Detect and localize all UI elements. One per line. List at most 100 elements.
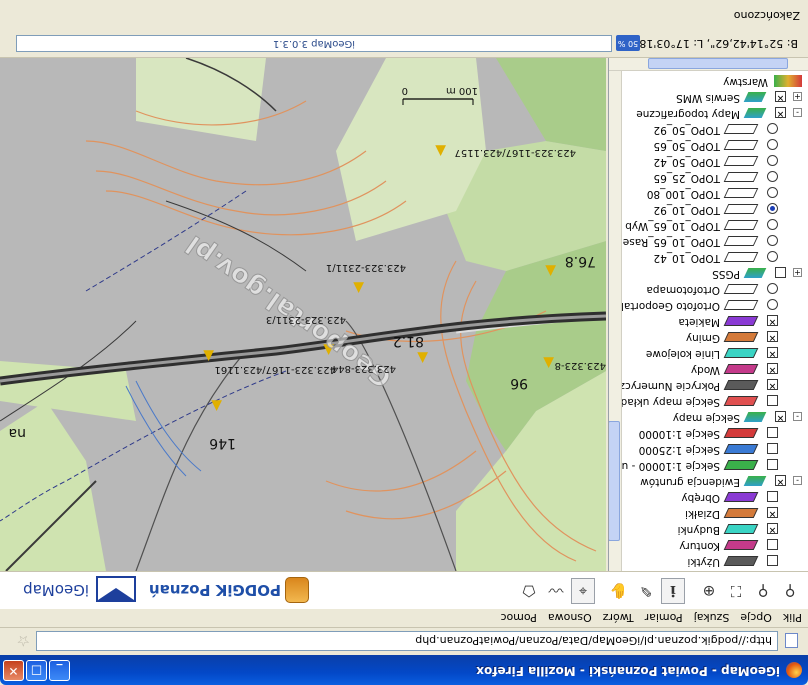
- layer-row[interactable]: ✕ Linie kolejowe: [622, 345, 808, 361]
- layer-row[interactable]: ✕ Działki: [622, 505, 808, 521]
- menu-pomiar[interactable]: Pomiar: [645, 612, 683, 625]
- layer-radio[interactable]: [767, 187, 778, 198]
- layer-row[interactable]: - ✕ Ewidencja gruntów: [622, 473, 808, 489]
- expand-toggle[interactable]: +: [793, 92, 802, 101]
- edit-icon[interactable]: ✎: [634, 578, 658, 604]
- layer-row[interactable]: TOPO_50_65: [622, 137, 808, 153]
- layers-vertical-scrollbar[interactable]: [608, 71, 622, 571]
- expand-toggle[interactable]: +: [793, 268, 802, 277]
- layer-radio[interactable]: [767, 171, 778, 182]
- maximize-button[interactable]: □: [26, 660, 47, 681]
- pan-hand-icon[interactable]: ✋: [607, 578, 631, 604]
- point-marker[interactable]: ▲: [435, 143, 446, 159]
- menu-opcje[interactable]: Opcje: [740, 612, 772, 625]
- layer-row[interactable]: - ✕ Sekcje mapy: [622, 409, 808, 425]
- layer-checkbox[interactable]: [767, 459, 778, 470]
- layer-checkbox[interactable]: [775, 267, 786, 278]
- expand-toggle[interactable]: -: [793, 108, 802, 117]
- layer-row[interactable]: TOPO_10_42: [622, 249, 808, 265]
- layer-checkbox[interactable]: ✕: [775, 411, 786, 422]
- layer-row[interactable]: TOPO_10_92: [622, 201, 808, 217]
- layer-row[interactable]: TOPO_10_65_Wyb: [622, 217, 808, 233]
- layer-checkbox[interactable]: [767, 491, 778, 502]
- layer-row[interactable]: TOPO_50_42: [622, 153, 808, 169]
- full-extent-icon[interactable]: ⛶: [724, 578, 748, 604]
- layer-checkbox[interactable]: ✕: [775, 475, 786, 486]
- layer-radio[interactable]: [767, 251, 778, 262]
- layer-checkbox[interactable]: [767, 427, 778, 438]
- layer-radio[interactable]: [767, 139, 778, 150]
- layer-radio[interactable]: [767, 219, 778, 230]
- info-icon[interactable]: ℹ: [661, 578, 685, 604]
- minimize-button[interactable]: _: [49, 660, 70, 681]
- layer-row[interactable]: - ✕ Mapy topograficzne: [622, 105, 808, 121]
- layer-row[interactable]: TOPO_10_65_Rase: [622, 233, 808, 249]
- window-title-bar[interactable]: iGeoMap - Powiat Poznański - Mozilla Fir…: [0, 655, 808, 685]
- url-input[interactable]: [36, 631, 778, 651]
- layer-row[interactable]: TOPO_100_80: [622, 185, 808, 201]
- layer-checkbox[interactable]: [767, 555, 778, 566]
- layer-checkbox[interactable]: ✕: [767, 363, 778, 374]
- crosshair-icon[interactable]: ⌖: [571, 578, 595, 604]
- layer-checkbox[interactable]: ✕: [767, 331, 778, 342]
- layer-row[interactable]: ✕ Budynki: [622, 521, 808, 537]
- layer-row[interactable]: ✕ Wody: [622, 361, 808, 377]
- point-marker[interactable]: ▲: [543, 355, 554, 371]
- layer-row[interactable]: Sekcje 1:25000: [622, 441, 808, 457]
- layer-row[interactable]: Kontury: [622, 537, 808, 553]
- layer-row[interactable]: ✕ Pokrycie Numeryczną M: [622, 377, 808, 393]
- menu-osnowa[interactable]: Osnowa: [548, 612, 592, 625]
- layer-radio[interactable]: [767, 299, 778, 310]
- menu-tworz[interactable]: Twórz: [603, 612, 634, 625]
- layer-radio[interactable]: [767, 155, 778, 166]
- zoom-button[interactable]: 50 %: [616, 35, 640, 51]
- measure-area-icon[interactable]: ⬠: [517, 578, 541, 604]
- layer-checkbox[interactable]: ✕: [775, 91, 786, 102]
- layer-row[interactable]: Sekcje 1:10000 - u: [622, 457, 808, 473]
- expand-toggle[interactable]: -: [793, 412, 802, 421]
- menu-szukaj[interactable]: Szukaj: [694, 612, 730, 625]
- layer-row[interactable]: Warstwy: [622, 73, 808, 89]
- bookmark-star-icon[interactable]: ☆: [17, 632, 30, 650]
- layer-row[interactable]: + ✕ Serwis WMS: [622, 89, 808, 105]
- layer-row[interactable]: TOPO_25_65: [622, 169, 808, 185]
- layer-row[interactable]: + PGSS: [622, 265, 808, 281]
- expand-toggle[interactable]: -: [793, 476, 802, 485]
- layer-checkbox[interactable]: [767, 539, 778, 550]
- layer-checkbox[interactable]: [767, 443, 778, 454]
- layer-checkbox[interactable]: ✕: [775, 107, 786, 118]
- layer-row[interactable]: Ortofoto Geoportal: [622, 297, 808, 313]
- layer-checkbox[interactable]: ✕: [767, 523, 778, 534]
- layer-checkbox[interactable]: ✕: [767, 347, 778, 358]
- layer-row[interactable]: ✕ Makieta: [622, 313, 808, 329]
- layers-horizontal-scrollbar[interactable]: [608, 58, 808, 71]
- layer-row[interactable]: Sekcje 1:10000: [622, 425, 808, 441]
- point-marker[interactable]: ▲: [545, 263, 556, 279]
- layer-row[interactable]: TOPO_50_92: [622, 121, 808, 137]
- layer-radio[interactable]: [767, 235, 778, 246]
- layer-radio[interactable]: [767, 123, 778, 134]
- point-marker[interactable]: ▲: [417, 350, 428, 366]
- layer-checkbox[interactable]: [767, 395, 778, 406]
- layer-checkbox[interactable]: ✕: [767, 315, 778, 326]
- search-icon[interactable]: ⚲: [751, 578, 775, 604]
- map-view[interactable]: ▲ ▲ ▲ ▲ ▲ ▲ ▲ ▲ 0 100 m Geoportal.gov.pl…: [0, 58, 606, 571]
- layer-checkbox[interactable]: ✕: [767, 507, 778, 518]
- point-marker[interactable]: ▲: [211, 398, 222, 414]
- layer-row[interactable]: ✕ Gminy: [622, 329, 808, 345]
- mail-icon[interactable]: [96, 576, 136, 602]
- layer-row[interactable]: Obręby: [622, 489, 808, 505]
- layer-row[interactable]: Sekcje mapy układ 196: [622, 393, 808, 409]
- zoom-area-icon[interactable]: ⊕: [697, 578, 721, 604]
- layer-row[interactable]: Użytki: [622, 553, 808, 569]
- layer-radio[interactable]: [767, 203, 778, 214]
- layer-radio[interactable]: [767, 283, 778, 294]
- layer-row[interactable]: Ortofotomapa: [622, 281, 808, 297]
- layer-checkbox[interactable]: ✕: [767, 379, 778, 390]
- close-button[interactable]: ✕: [3, 660, 24, 681]
- measure-line-icon[interactable]: 〰: [544, 578, 568, 604]
- menu-plik[interactable]: Plik: [783, 612, 802, 625]
- identify-icon[interactable]: ⚲: [778, 578, 802, 604]
- menu-pomoc[interactable]: Pomoc: [500, 612, 536, 625]
- point-marker[interactable]: ▲: [203, 348, 214, 364]
